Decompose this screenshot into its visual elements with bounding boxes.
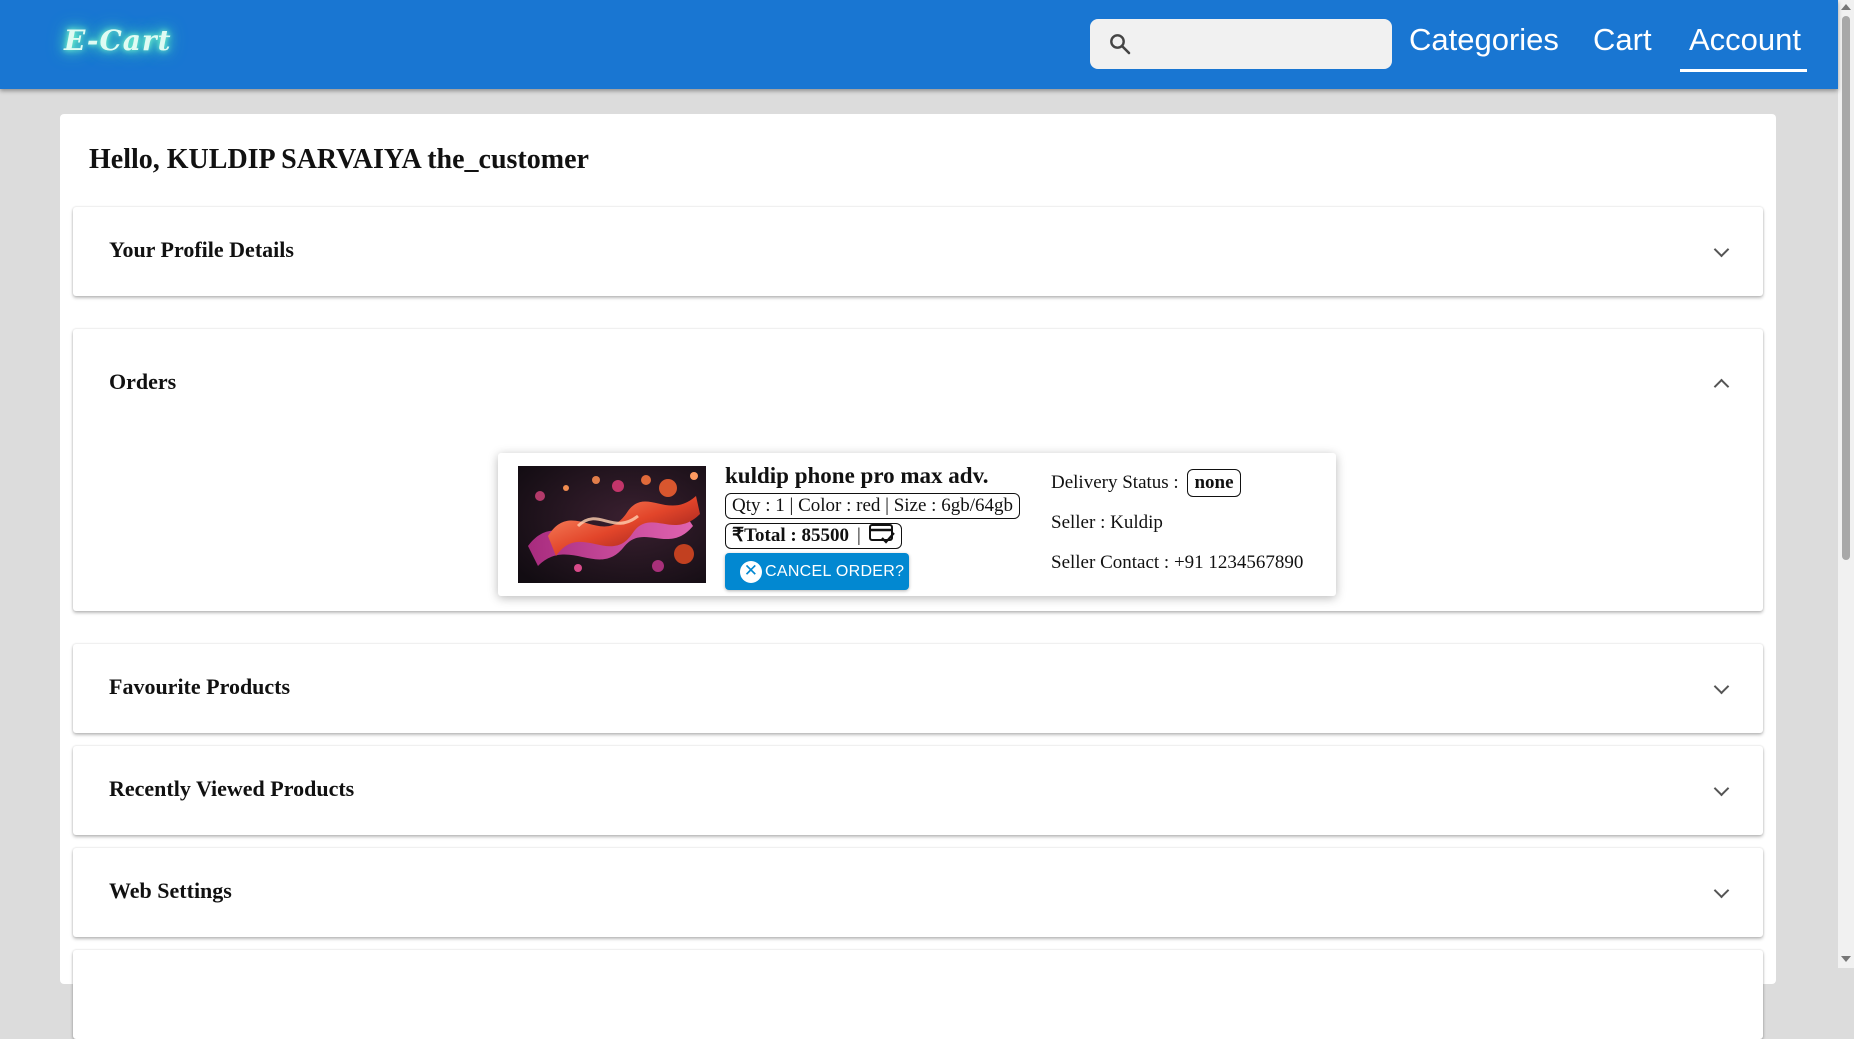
web-settings-panel[interactable]: Web Settings	[73, 848, 1763, 937]
page-scrollbar[interactable]	[1838, 0, 1854, 968]
active-nav-indicator	[1680, 69, 1807, 72]
order-details: Qty : 1 | Color : red | Size : 6gb/64gb	[725, 493, 1020, 519]
chevron-down-icon[interactable]	[1713, 678, 1730, 695]
order-total-box: ₹Total : 85500 |	[725, 523, 902, 549]
scroll-down-arrow-icon[interactable]	[1841, 956, 1851, 962]
chevron-down-icon[interactable]	[1713, 780, 1730, 797]
nav-categories-link[interactable]: Categories	[1409, 22, 1559, 58]
product-image-graphic	[518, 466, 706, 583]
product-name[interactable]: kuldip phone pro max adv.	[725, 463, 989, 489]
search-box[interactable]	[1090, 19, 1392, 69]
chevron-up-icon[interactable]	[1713, 378, 1730, 395]
account-card: Hello, KULDIP SARVAIYA the_customer Your…	[60, 114, 1776, 1039]
panel-title: Web Settings	[109, 878, 232, 903]
product-image[interactable]	[518, 466, 706, 583]
separator: |	[856, 525, 861, 546]
card-check-icon	[868, 524, 895, 544]
chevron-down-icon[interactable]	[1713, 241, 1730, 258]
orders-panel: Orders kuldip phone pro max adv. Qty: 1…	[73, 329, 1763, 611]
panel-title: Your Profile Details	[109, 237, 294, 262]
panel-title: Favourite Products	[109, 674, 291, 699]
cancel-order-label: CANCEL ORDER?	[765, 562, 905, 580]
search-input[interactable]	[1146, 27, 1386, 63]
order-card: kuldip phone pro max adv. Qty : 1 | Colo…	[498, 453, 1336, 596]
favourite-products-panel[interactable]: Favourite Products	[73, 644, 1763, 733]
panel-title: Orders	[109, 369, 177, 394]
panel-title: Recently Viewed Products	[109, 776, 355, 801]
seller-contact: Seller Contact : +91 1234567890	[1051, 552, 1304, 573]
app-header: E-Cart Categories Cart Account	[0, 0, 1838, 89]
brand-logo[interactable]: E-Cart	[64, 24, 172, 57]
next-panel[interactable]	[73, 950, 1763, 1039]
greeting-title: Hello, KULDIP SARVAIYA the_customer	[89, 144, 589, 175]
delivery-status-label: Delivery Status :	[1051, 472, 1179, 493]
delivery-status-badge: none	[1187, 469, 1241, 497]
recently-viewed-panel[interactable]: Recently Viewed Products	[73, 746, 1763, 835]
nav-account-link[interactable]: Account	[1689, 22, 1801, 58]
chevron-down-icon[interactable]	[1713, 882, 1730, 899]
cancel-order-button[interactable]: ✕ CANCEL ORDER?	[725, 553, 909, 590]
nav-cart-link[interactable]: Cart	[1593, 22, 1652, 58]
cancel-circle-icon: ✕	[740, 560, 762, 583]
scroll-up-arrow-icon[interactable]	[1841, 4, 1851, 10]
delivery-status-line: Delivery Status : none	[1051, 469, 1241, 497]
profile-details-panel[interactable]: Your Profile Details	[73, 207, 1763, 296]
search-icon	[1110, 34, 1131, 55]
scroll-thumb[interactable]	[1842, 16, 1850, 560]
order-total: ₹Total : 85500	[732, 525, 849, 546]
seller-name: Seller : Kuldip	[1051, 512, 1163, 533]
